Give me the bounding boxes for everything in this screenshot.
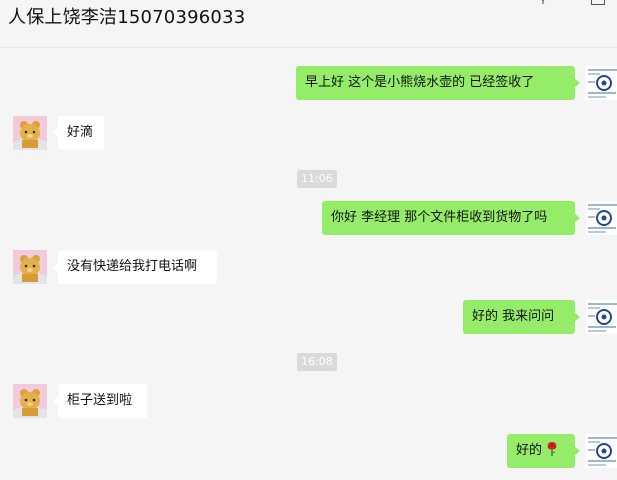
chat-title: 人保上饶李洁15070396033	[8, 7, 246, 28]
chat-header: 人保上饶李洁15070396033	[0, 0, 617, 48]
rose-icon	[542, 442, 558, 458]
my-avatar[interactable]	[586, 434, 617, 468]
message-list: 早上好 这个是小熊烧水壶的 已经签收了 好滴 11:06 你好 李经理 那个文件…	[0, 48, 617, 480]
contact-avatar[interactable]	[13, 116, 47, 150]
message-bubble-received[interactable]: 没有快递给我打电话啊	[53, 250, 217, 284]
message-bubble-sent[interactable]: 早上好 这个是小熊烧水壶的 已经签收了	[296, 66, 580, 100]
message-bubble-received[interactable]: 好滴	[53, 116, 104, 150]
message-bubble-received[interactable]: 柜子送到啦	[53, 384, 147, 418]
my-avatar[interactable]	[586, 66, 617, 100]
contact-avatar[interactable]	[13, 384, 47, 418]
timestamp: 16:08	[297, 353, 337, 371]
my-avatar[interactable]	[586, 300, 617, 334]
contact-avatar[interactable]	[13, 250, 47, 284]
my-avatar[interactable]	[586, 201, 617, 235]
message-bubble-sent[interactable]: 你好 李经理 那个文件柜收到货物了吗	[322, 201, 580, 235]
message-bubble-sent[interactable]: 好的	[507, 434, 580, 468]
window-control-icon[interactable]	[591, 0, 605, 5]
pin-icon[interactable]	[538, 0, 548, 6]
timestamp: 11:06	[297, 170, 337, 188]
message-text: 好的	[516, 443, 543, 458]
message-bubble-sent[interactable]: 好的 我来问问	[463, 300, 580, 334]
